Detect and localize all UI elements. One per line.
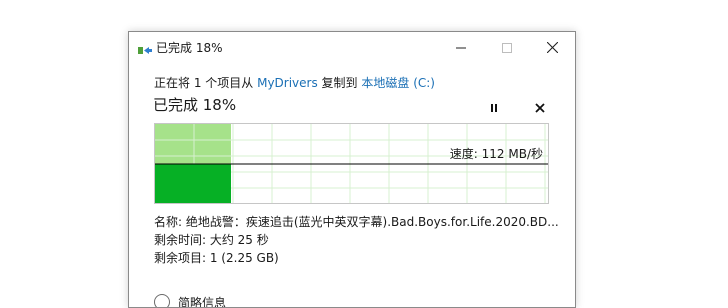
destination-link[interactable]: 本地磁盘 (C:) (361, 76, 435, 90)
copy-description: 正在将 1 个项目从 MyDrivers 复制到 本地磁盘 (C:) (154, 74, 435, 91)
source-link[interactable]: MyDrivers (257, 76, 318, 90)
file-name: 名称: 绝地战警：疾速追击(蓝光中英双字幕).Bad.Boys.for.Life… (154, 213, 559, 230)
copy-middle: 复制到 (318, 76, 362, 90)
close-button[interactable] (529, 32, 575, 62)
details-label: 简略信息 (178, 294, 226, 308)
title-bar[interactable]: 已完成 18% (129, 32, 575, 62)
progress-fill-lower (155, 164, 231, 203)
speed-label: 速度: 112 MB/秒 (450, 145, 543, 162)
pause-button[interactable] (483, 96, 505, 118)
maximize-icon (502, 38, 512, 57)
minimize-icon (456, 38, 466, 57)
chevron-circle-icon (154, 294, 170, 308)
less-details-toggle[interactable]: 简略信息 (154, 292, 226, 308)
transfer-speed-graph: 速度: 112 MB/秒 (154, 123, 549, 204)
close-icon (547, 38, 558, 57)
copy-progress-dialog: 已完成 18% 正在将 1 个项目从 MyDrivers 复制到 本地磁盘 (C… (128, 31, 576, 308)
progress-fill-upper (155, 124, 231, 164)
time-remaining: 剩余时间: 大约 25 秒 (154, 231, 269, 248)
copy-arrow-icon (138, 41, 153, 52)
pause-icon (489, 98, 499, 117)
copy-prefix: 正在将 1 个项目从 (154, 76, 257, 90)
progress-title: 已完成 18% (153, 94, 236, 115)
window-title: 已完成 18% (156, 39, 223, 56)
items-remaining: 剩余项目: 1 (2.25 GB) (154, 249, 279, 266)
minimize-button[interactable] (438, 32, 484, 62)
stop-icon (535, 98, 545, 117)
stop-button[interactable] (529, 96, 551, 118)
maximize-button[interactable] (484, 32, 530, 62)
